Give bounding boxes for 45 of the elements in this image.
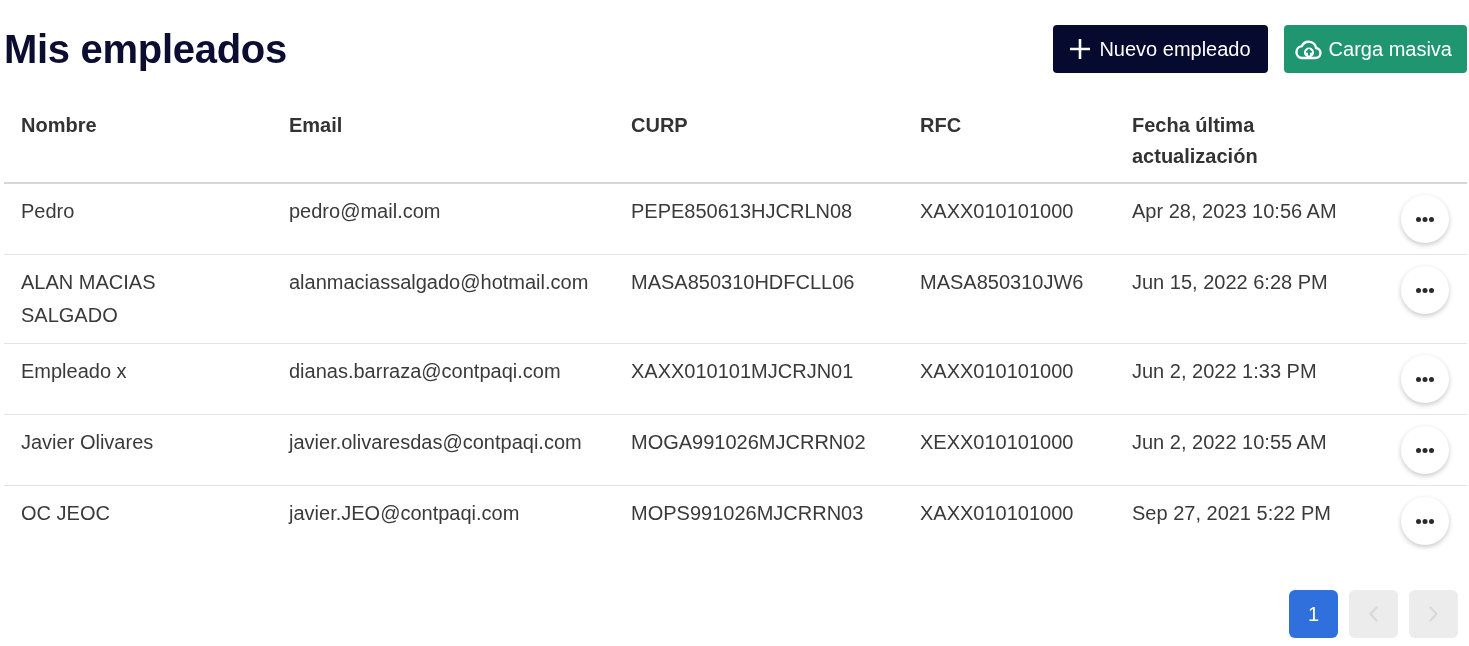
more-icon <box>1416 376 1434 382</box>
more-icon <box>1416 447 1434 453</box>
page-title: Mis empleados <box>4 26 287 73</box>
plus-icon <box>1070 39 1091 59</box>
new-employee-button[interactable]: Nuevo empleado <box>1053 25 1268 73</box>
table-cell: OC JEOC <box>4 485 272 556</box>
column-header: Nombre <box>4 100 272 183</box>
more-options-button[interactable] <box>1401 497 1449 545</box>
table-cell: pedro@mail.com <box>272 183 614 255</box>
table-cell: MASA850310HDFCLL06 <box>614 254 903 344</box>
table-cell: XAXX010101000 <box>903 343 1115 415</box>
more-icon <box>1416 216 1434 222</box>
table-cell: dianas.barraza@contpaqi.com <box>272 343 614 415</box>
table-cell: javier.olivaresdas@contpaqi.com <box>272 414 614 486</box>
table-cell: XAXX010101000 <box>903 485 1115 556</box>
column-header: CURP <box>614 100 903 183</box>
more-options-button[interactable] <box>1401 266 1449 314</box>
table-cell: Jun 2, 2022 10:55 AM <box>1115 414 1383 486</box>
table-cell: Jun 2, 2022 1:33 PM <box>1115 343 1383 415</box>
bulk-upload-button[interactable]: Carga masiva <box>1283 25 1467 73</box>
table-cell: Empleado x <box>4 343 272 415</box>
column-header: Email <box>272 100 614 183</box>
page-button[interactable]: 1 <box>1289 590 1338 638</box>
more-icon <box>1416 518 1434 524</box>
table-cell: Sep 27, 2021 5:22 PM <box>1115 485 1383 556</box>
table-cell: Javier Olivares <box>4 414 272 486</box>
table-cell: ALAN MACIAS SALGADO <box>4 254 272 344</box>
more-options-button[interactable] <box>1401 426 1449 474</box>
column-header: RFC <box>903 100 1115 183</box>
table-cell: XEXX010101000 <box>903 414 1115 486</box>
table-cell: Jun 15, 2022 6:28 PM <box>1115 254 1383 344</box>
table-cell: MOPS991026MJCRRN03 <box>614 485 903 556</box>
table-cell: PEPE850613HJCRLN08 <box>614 183 903 255</box>
table-cell: MOGA991026MJCRRN02 <box>614 414 903 486</box>
table-cell: Pedro <box>4 183 272 255</box>
table-cell: XAXX010101000 <box>903 183 1115 255</box>
table-cell: alanmaciassalgado@hotmail.com <box>272 254 614 344</box>
more-options-button[interactable] <box>1401 195 1449 243</box>
more-icon <box>1416 287 1434 293</box>
table-cell: javier.JEO@contpaqi.com <box>272 485 614 556</box>
more-options-button[interactable] <box>1401 355 1449 403</box>
table-cell: MASA850310JW6 <box>903 254 1115 344</box>
table-cell: XAXX010101MJCRJN01 <box>614 343 903 415</box>
table-cell: Apr 28, 2023 10:56 AM <box>1115 183 1383 255</box>
column-header: Fecha última actualización <box>1115 100 1383 183</box>
